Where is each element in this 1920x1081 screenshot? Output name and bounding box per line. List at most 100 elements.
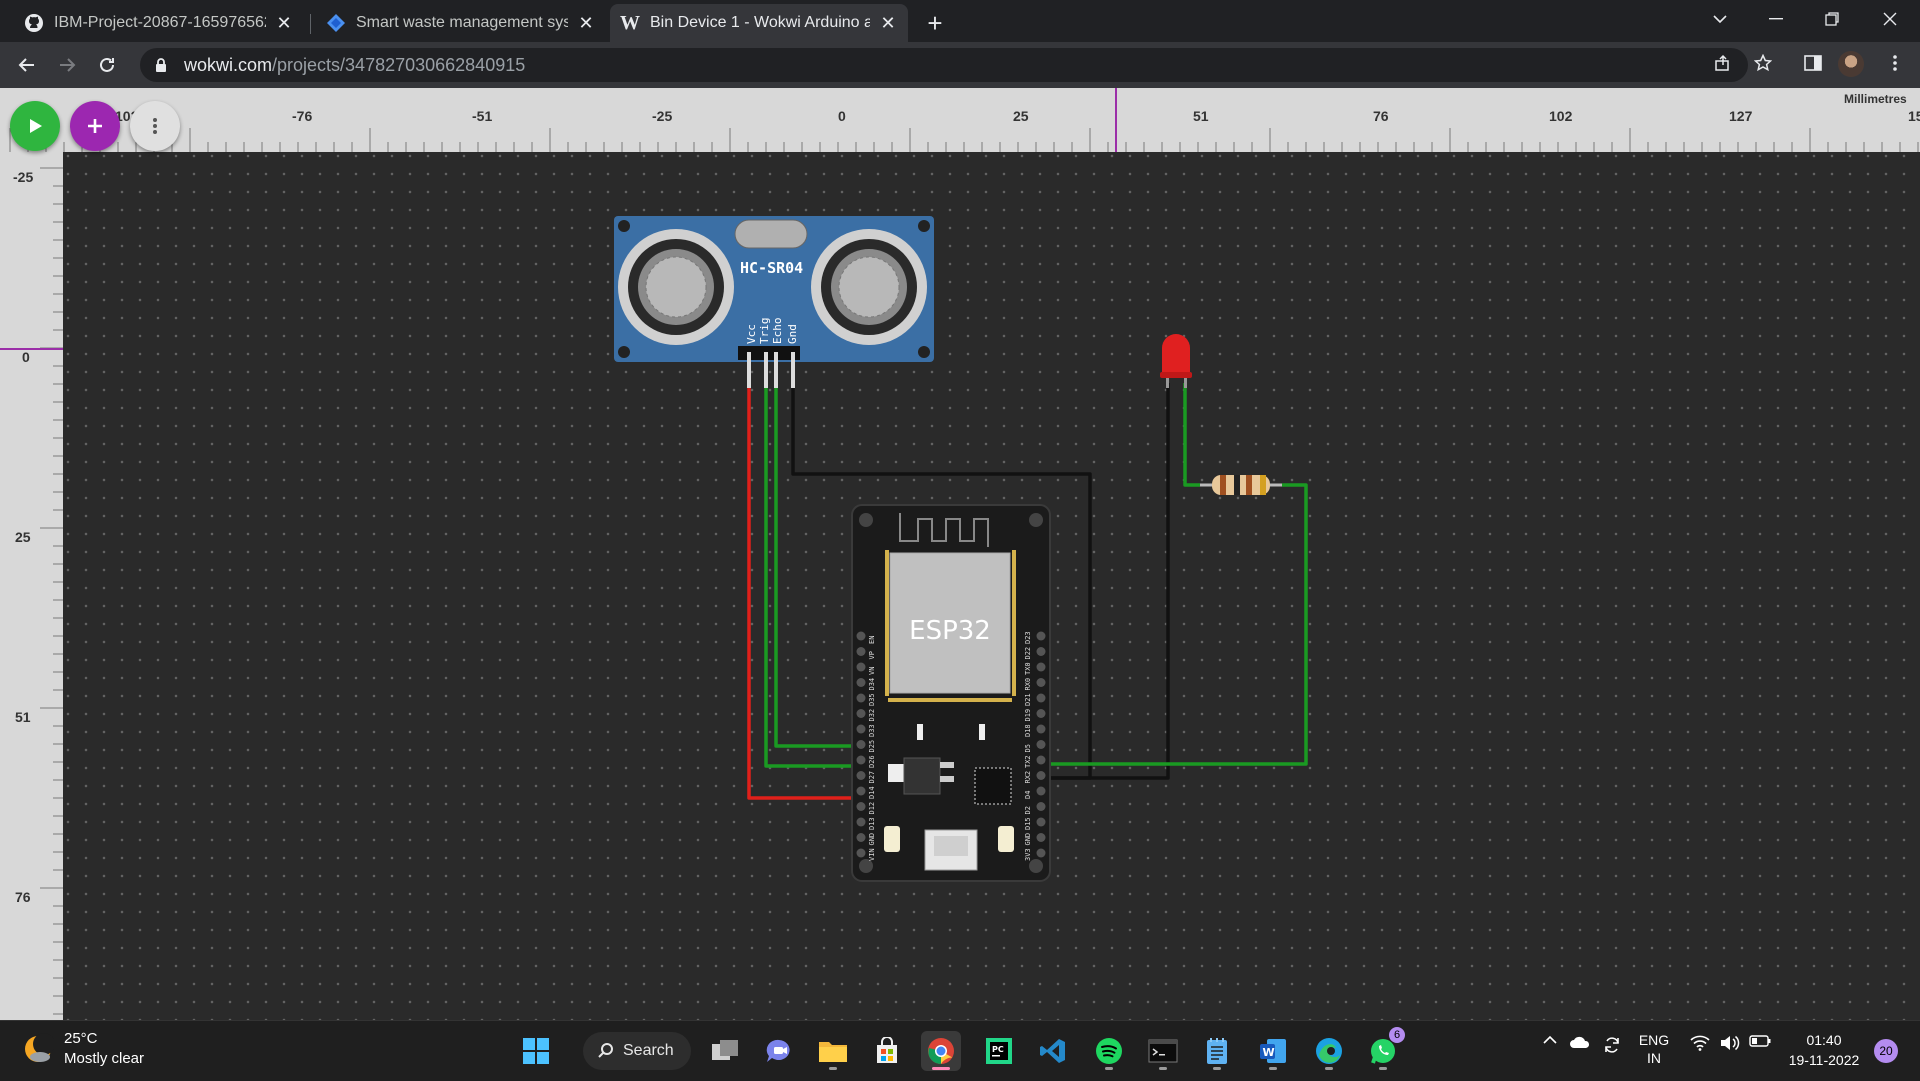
- weather-desc: Mostly clear: [64, 1050, 145, 1067]
- board-pin-left[interactable]: [856, 848, 866, 858]
- new-tab-button[interactable]: +: [920, 8, 950, 38]
- tab-github[interactable]: IBM-Project-20867-1659765628/ ✕: [14, 4, 304, 42]
- word-icon[interactable]: W: [1253, 1031, 1293, 1071]
- board-pin-right[interactable]: [1036, 755, 1046, 765]
- terminal-icon[interactable]: [1143, 1031, 1183, 1071]
- tab-title: Smart waste management systen: [356, 14, 568, 31]
- running-indicator: [1105, 1067, 1113, 1070]
- board-pin-right[interactable]: [1036, 647, 1046, 656]
- close-tab-icon[interactable]: ✕: [576, 13, 596, 33]
- url-text: wokwi.com/projects/347827030662840915: [184, 55, 525, 76]
- task-view-icon[interactable]: [705, 1031, 745, 1071]
- close-tab-icon[interactable]: ✕: [274, 13, 294, 33]
- taskbar-search[interactable]: Search: [583, 1032, 691, 1070]
- board-pin-right[interactable]: [1036, 848, 1046, 858]
- board-pin-right[interactable]: [1036, 786, 1046, 796]
- spotify-icon[interactable]: [1089, 1031, 1129, 1071]
- board-pin-right[interactable]: [1036, 709, 1046, 718]
- resistor: [1200, 475, 1282, 495]
- board-pin-left[interactable]: [856, 709, 866, 718]
- board-pin-right[interactable]: [1036, 631, 1046, 641]
- board-pin-left[interactable]: [856, 693, 866, 703]
- running-indicator: [1379, 1067, 1387, 1070]
- board-pin-left[interactable]: [856, 662, 866, 672]
- close-tab-icon[interactable]: ✕: [878, 13, 898, 33]
- teams-chat-icon[interactable]: [759, 1031, 799, 1071]
- onedrive-icon[interactable]: [1568, 1035, 1592, 1049]
- back-icon[interactable]: [12, 50, 42, 80]
- board-pin-label: D18: [1024, 724, 1032, 737]
- minimize-icon[interactable]: [1748, 0, 1804, 38]
- lang-top: ENG: [1638, 1032, 1670, 1048]
- board-pin-right[interactable]: [1036, 833, 1046, 842]
- board-pin-left[interactable]: [856, 817, 866, 827]
- battery-icon[interactable]: [1748, 1035, 1772, 1047]
- wifi-icon[interactable]: [1688, 1035, 1712, 1051]
- vscode-icon[interactable]: [1033, 1031, 1073, 1071]
- profile-avatar[interactable]: [1838, 51, 1864, 77]
- board-pin-label: EN: [868, 636, 876, 644]
- pycharm-icon[interactable]: PC: [979, 1031, 1019, 1071]
- running-indicator: [1325, 1067, 1333, 1070]
- reload-icon[interactable]: [92, 50, 122, 80]
- running-indicator: [1213, 1067, 1221, 1070]
- close-window-icon[interactable]: [1862, 0, 1918, 38]
- chrome-menu-icon[interactable]: [1880, 48, 1910, 78]
- board-pin-label: D25: [868, 740, 876, 753]
- board-pin-right[interactable]: [1036, 817, 1046, 827]
- sync-icon[interactable]: [1600, 1035, 1624, 1055]
- board-pin-left[interactable]: [856, 771, 866, 780]
- tab-wokwi[interactable]: W Bin Device 1 - Wokwi Arduino an ✕: [610, 4, 908, 42]
- board-pin-right[interactable]: [1036, 802, 1046, 811]
- side-panel-icon[interactable]: [1798, 48, 1828, 78]
- board-pin-left[interactable]: [856, 678, 866, 687]
- board-pin-right[interactable]: [1036, 693, 1046, 703]
- share-icon[interactable]: [1708, 48, 1738, 78]
- board-pin-label: D27: [868, 771, 876, 784]
- tab-search-icon[interactable]: [1692, 0, 1748, 38]
- hc-sr04-sensor: [614, 216, 934, 388]
- clock[interactable]: 01:40 19-11-2022: [1782, 1030, 1866, 1070]
- bookmark-star-icon[interactable]: [1748, 48, 1778, 78]
- file-explorer-icon[interactable]: [813, 1031, 853, 1071]
- board-pin-left[interactable]: [856, 755, 866, 765]
- volume-icon[interactable]: [1718, 1035, 1742, 1051]
- forward-icon[interactable]: [52, 50, 82, 80]
- board-pin-right[interactable]: [1036, 724, 1046, 734]
- weather-widget[interactable]: 25°C Mostly clear: [22, 1029, 144, 1069]
- tab-title: Bin Device 1 - Wokwi Arduino an: [650, 14, 870, 31]
- show-hidden-icons[interactable]: [1540, 1035, 1560, 1045]
- tab-smart-waste[interactable]: Smart waste management systen ✕: [316, 4, 606, 42]
- board-pin-label: TX0: [1024, 662, 1032, 675]
- tab-separator: [310, 14, 311, 34]
- whatsapp-icon[interactable]: 6: [1363, 1027, 1405, 1071]
- sensor-transducer-right: [811, 229, 927, 345]
- board-pin-left[interactable]: [856, 740, 866, 749]
- edge-icon[interactable]: [1309, 1031, 1349, 1071]
- board-pin-label: D13: [868, 817, 876, 830]
- board-pin-label: D22: [1024, 647, 1032, 660]
- board-pin-left[interactable]: [856, 647, 866, 656]
- store-icon[interactable]: [867, 1031, 907, 1071]
- language-indicator[interactable]: ENG IN: [1634, 1031, 1674, 1067]
- board-pin-right[interactable]: [1036, 771, 1046, 780]
- board-pin-left[interactable]: [856, 802, 866, 811]
- svg-text:PC: PC: [992, 1045, 1004, 1054]
- chrome-icon[interactable]: [921, 1031, 961, 1071]
- notification-count[interactable]: 20: [1874, 1039, 1898, 1063]
- address-bar[interactable]: wokwi.com/projects/347827030662840915: [140, 48, 1748, 82]
- board-pin-right[interactable]: [1036, 662, 1046, 672]
- restore-icon[interactable]: [1804, 0, 1860, 38]
- diagram-canvas[interactable]: Millimetres 102 -76 -51 -25 0 25 51 76 1…: [0, 88, 1920, 1020]
- board-pin-left[interactable]: [856, 786, 866, 796]
- circuit-diagram: HC-SR04 Vcc Trig Echo Gnd ESP32 ENVPVND3…: [614, 216, 1308, 882]
- board-pin-left[interactable]: [856, 833, 866, 842]
- board-pin-right[interactable]: [1036, 678, 1046, 687]
- board-pin-right[interactable]: [1036, 740, 1046, 749]
- start-icon[interactable]: [516, 1031, 556, 1071]
- board-pin-left[interactable]: [856, 724, 866, 734]
- board-pin-left[interactable]: [856, 631, 866, 641]
- notepad-icon[interactable]: [1197, 1031, 1237, 1071]
- board-pin-label: 3V3: [1024, 848, 1032, 861]
- board-pin-label: D23: [1024, 631, 1032, 644]
